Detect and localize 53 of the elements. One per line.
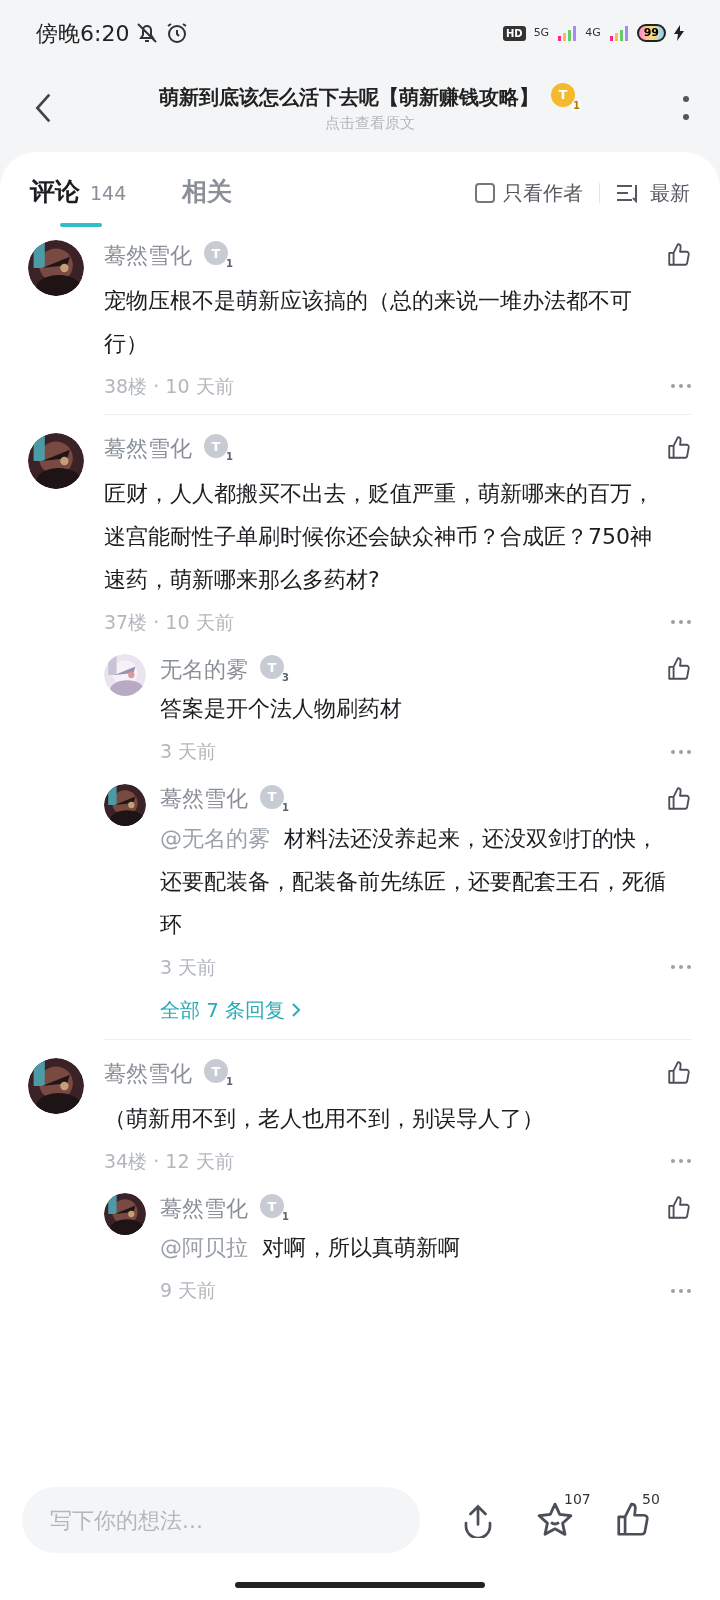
- thumbs-up-icon[interactable]: [666, 242, 692, 268]
- sort-button[interactable]: 最新: [616, 178, 690, 208]
- tab[interactable]: 相关: [182, 155, 233, 231]
- comment-meta: 34楼 · 12 天前: [104, 1148, 234, 1174]
- user-name[interactable]: 蓦然雪化: [104, 1056, 192, 1090]
- charging-icon: [674, 25, 684, 41]
- mention-link[interactable]: @无名的雾: [160, 825, 270, 851]
- more-icon[interactable]: [670, 383, 692, 390]
- more-icon[interactable]: [670, 748, 692, 755]
- comment-text: @无名的雾 材料法还没养起来，还没双剑打的快，还要配装备，配装备前先练匠，还要配套王石，死循环: [160, 824, 667, 939]
- network-label: 4G: [585, 24, 601, 41]
- comment-meta: 3 天前: [160, 954, 217, 980]
- user-name[interactable]: 蓦然雪化: [104, 238, 192, 272]
- tab[interactable]: 评论 144: [30, 155, 127, 231]
- comment-input[interactable]: 写下你的想法...: [22, 1487, 420, 1553]
- status-time: 傍晚6:20: [36, 19, 130, 48]
- signal-icon: [557, 25, 578, 41]
- battery-indicator: 99: [636, 24, 666, 42]
- comment-text: 答案是开个法人物刷药材: [160, 695, 403, 724]
- comment-text: 宠物压根不是萌新应该搞的（总的来说一堆办法都不可行）: [104, 287, 633, 358]
- hd-indicator: HD: [502, 25, 526, 41]
- network-label: 5G: [533, 24, 550, 41]
- mention-link[interactable]: @阿贝拉: [160, 1235, 248, 1261]
- user-name[interactable]: 蓦然雪化: [160, 1191, 248, 1225]
- more-icon[interactable]: [670, 1287, 692, 1294]
- more-icon[interactable]: [670, 1158, 692, 1165]
- post-title[interactable]: 萌新到底该怎么活下去呢【萌新赚钱攻略】: [159, 81, 539, 112]
- thumbs-up-icon[interactable]: [666, 1060, 692, 1086]
- thumbs-up-icon[interactable]: [666, 435, 692, 462]
- comment-meta: 9 天前: [160, 1278, 217, 1304]
- thumbs-up-icon[interactable]: [666, 785, 692, 812]
- more-icon[interactable]: [670, 619, 692, 626]
- thumbs-up-icon[interactable]: [666, 656, 692, 683]
- thumbs-up-icon[interactable]: [666, 1195, 692, 1222]
- action-count: 50: [642, 1490, 660, 1509]
- signal-icon: [608, 25, 629, 41]
- more-vertical-icon[interactable]: [682, 95, 690, 121]
- view-original-link[interactable]: 点击查看原文: [325, 111, 415, 135]
- comment-meta: 37楼 · 10 天前: [104, 609, 234, 635]
- comment-text: @阿贝拉 对啊，所以真萌新啊: [160, 1234, 461, 1263]
- sort-icon: [616, 183, 640, 203]
- more-icon[interactable]: [670, 963, 692, 970]
- user-name[interactable]: 蓦然雪化: [104, 431, 192, 465]
- user-name[interactable]: 蓦然雪化: [160, 782, 248, 816]
- comment-text: （萌新用不到，老人也用不到，别误导人了）: [104, 1105, 545, 1133]
- author-only-checkbox[interactable]: 只看作者: [475, 178, 583, 208]
- view-replies-link[interactable]: 全部 7 条回复: [160, 995, 302, 1025]
- comment-meta: 3 天前: [160, 739, 217, 765]
- comment-meta: 38楼 · 10 天前: [104, 373, 234, 399]
- chevron-right-icon: [291, 1002, 302, 1018]
- user-name[interactable]: 无名的雾: [160, 652, 248, 686]
- action-count: 107: [564, 1490, 591, 1509]
- comment-text: 匠财，人人都搬买不出去，贬值严重，萌新哪来的百万，迷宫能耐性子单刷时候你还会缺众神币？合成匠？750神速药，萌新哪来那么多药材?: [104, 480, 655, 595]
